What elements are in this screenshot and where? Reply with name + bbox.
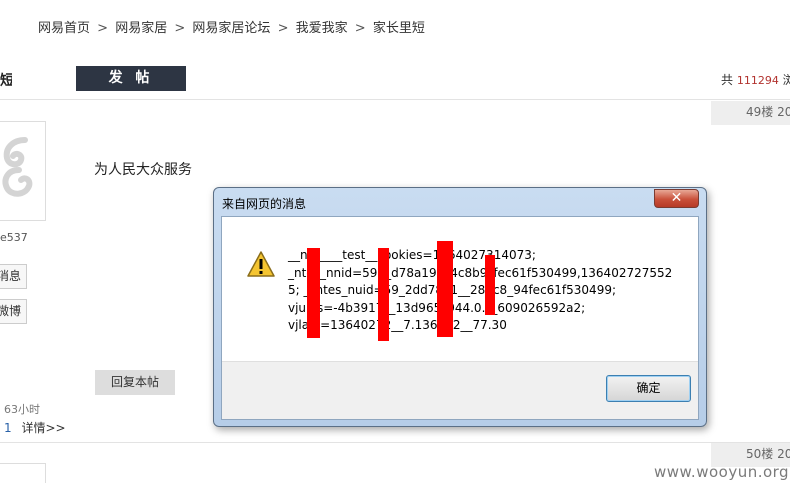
redaction-bar xyxy=(437,241,453,337)
dialog-body: __nt_____test__cookies=1364027314073; _n… xyxy=(221,216,699,420)
breadcrumb-link-home[interactable]: 网易首页 xyxy=(38,17,90,36)
stats-suffix: 浏 xyxy=(782,73,790,87)
breadcrumb-link-board[interactable]: 我爱我家 xyxy=(296,17,348,36)
avatar[interactable] xyxy=(0,463,46,483)
floor-number: 50楼 xyxy=(746,447,774,461)
breadcrumb-separator: > xyxy=(174,21,186,36)
message-line: 5; __ntes_nuid=59_2dd78a1__284c8_94fec61… xyxy=(288,283,617,297)
weibo-button[interactable]: 微博 xyxy=(0,299,27,324)
username[interactable]: e537 xyxy=(0,231,30,244)
watermark: www.wooyun.org xyxy=(654,463,790,481)
detail-row: 1 详情>> xyxy=(4,419,66,436)
dialog-message: __nt_____test__cookies=1364027314073; _n… xyxy=(288,247,672,335)
breadcrumb-link-home-decor[interactable]: 网易家居 xyxy=(115,17,167,36)
default-avatar-icon xyxy=(2,137,33,197)
detail-link[interactable]: 详情>> xyxy=(21,421,65,435)
alert-dialog: 来自网页的消息 ✕ __nt_____test__cookies=1364027… xyxy=(213,187,707,427)
ok-button[interactable]: 确定 xyxy=(606,375,691,402)
redaction-bar xyxy=(307,248,320,338)
dialog-title: 来自网页的消息 xyxy=(222,197,307,211)
post-content: 为人民大众服务 xyxy=(94,162,192,178)
redaction-bar xyxy=(485,255,495,315)
message-line: _ntes_nnid=593_d78a195_4c8b9_fec61f53049… xyxy=(288,265,673,280)
page-title: 短 xyxy=(0,73,12,89)
stats-count: 111294 xyxy=(736,74,779,87)
dialog-footer: 确定 xyxy=(222,361,698,419)
dialog-close-button[interactable]: ✕ xyxy=(654,189,699,208)
new-post-button[interactable]: 发 帖 xyxy=(76,66,186,91)
post-time: 63小时 xyxy=(4,403,40,416)
floor-number: 49楼 xyxy=(746,105,774,119)
avatar[interactable] xyxy=(0,121,46,221)
header-divider xyxy=(0,99,790,100)
breadcrumb-link-forum[interactable]: 网易家居论坛 xyxy=(192,17,270,36)
breadcrumb: 网易首页 > 网易家居 > 网易家居论坛 > 我爱我家 > 家长里短 xyxy=(38,17,425,36)
thread-stats: 共 111294 浏 xyxy=(721,71,790,88)
redaction-bar xyxy=(378,248,389,341)
close-icon: ✕ xyxy=(670,190,683,206)
floor-bar: 49楼 20 xyxy=(711,101,790,125)
post-divider xyxy=(0,442,790,443)
message-line: vjlast=13640272__7.136402__77.30 xyxy=(288,318,507,332)
breadcrumb-separator: > xyxy=(354,21,366,36)
floor-date: 20 xyxy=(777,447,790,461)
warning-icon xyxy=(247,251,275,277)
send-message-button[interactable]: 消息 xyxy=(0,264,27,289)
stats-prefix: 共 xyxy=(721,73,734,87)
message-line: vjuids=-4b3917__13d965_944.0.__609026592… xyxy=(288,300,672,318)
breadcrumb-separator: > xyxy=(277,21,289,36)
floor-date: 20 xyxy=(777,105,790,119)
breadcrumb-link-current[interactable]: 家长里短 xyxy=(373,17,425,36)
message-line: __nt_____test__cookies=1364027314073; xyxy=(288,248,536,262)
breadcrumb-separator: > xyxy=(97,21,109,36)
detail-count: 1 xyxy=(4,421,12,435)
reply-button[interactable]: 回复本帖 xyxy=(95,370,175,395)
